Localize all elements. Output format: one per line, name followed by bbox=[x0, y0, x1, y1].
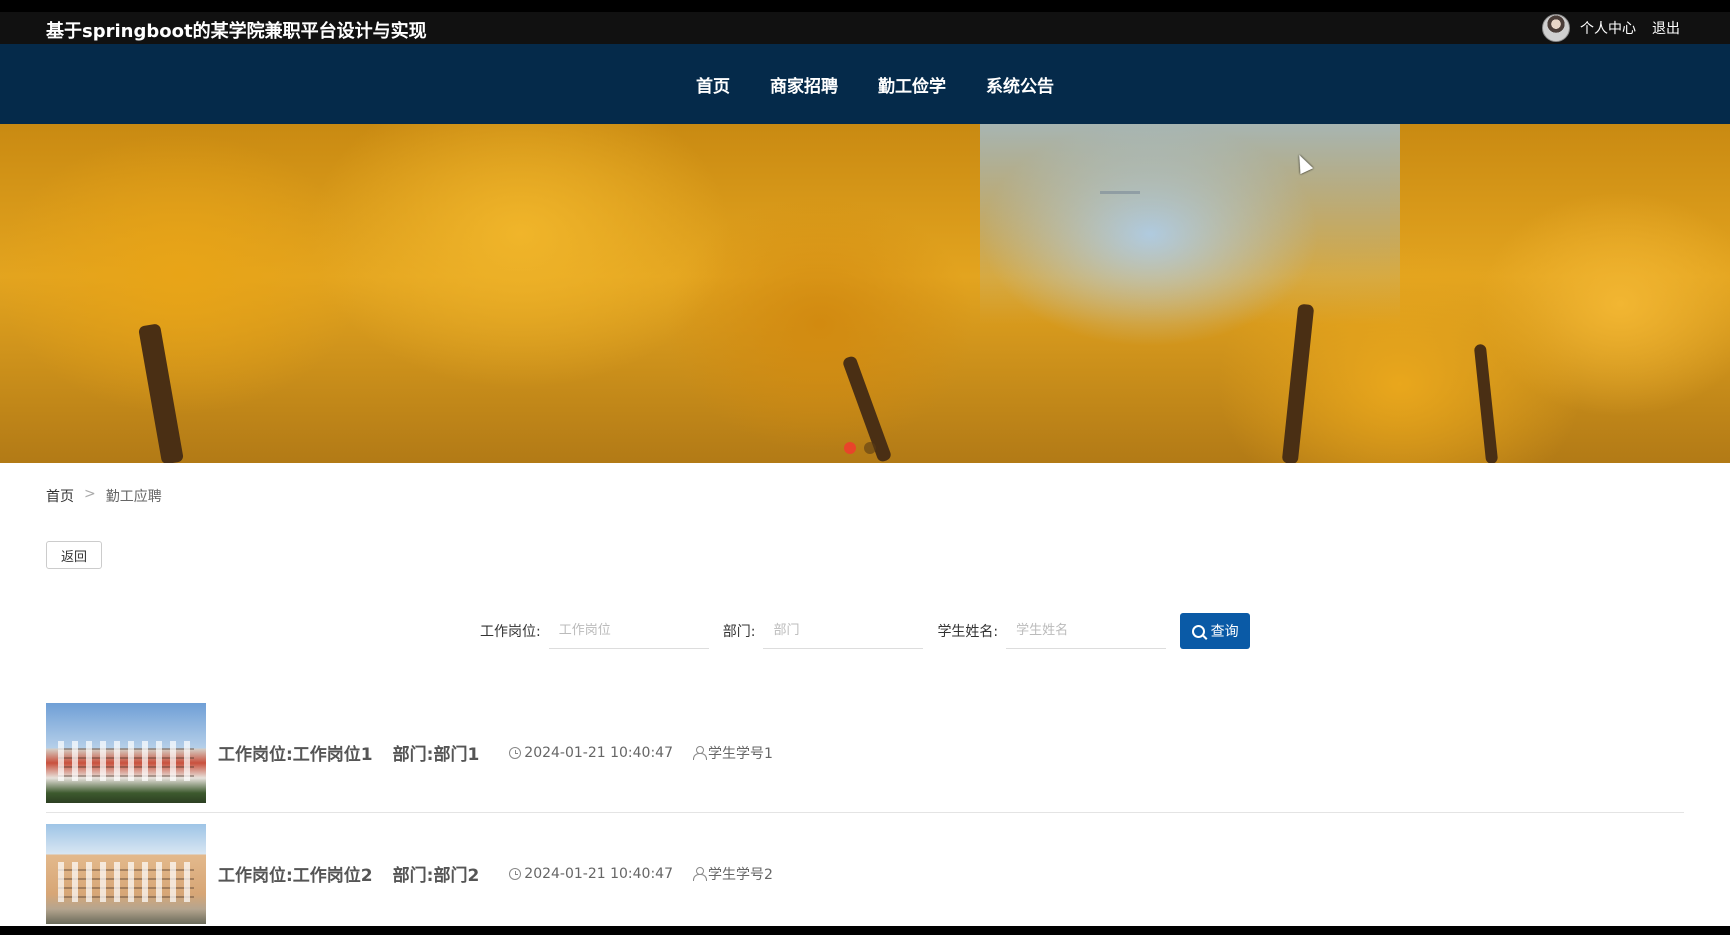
job-position-input[interactable] bbox=[548, 613, 709, 649]
carousel-indicators bbox=[844, 442, 876, 454]
page: 基于springboot的某学院兼职平台设计与实现 个人中心 退出 首页 商家招… bbox=[0, 12, 1730, 926]
job-datetime-text: 2024-01-21 10:40:47 bbox=[524, 865, 673, 882]
back-button[interactable]: 返回 bbox=[46, 541, 102, 569]
main-nav: 首页 商家招聘 勤工俭学 系统公告 bbox=[0, 44, 1730, 124]
student-name-label: 学生姓名: bbox=[937, 624, 999, 640]
job-title[interactable]: 工作岗位:工作岗位2 bbox=[218, 861, 373, 886]
banner-carousel[interactable] bbox=[0, 124, 1730, 463]
user-center-link[interactable]: 个人中心 bbox=[1580, 18, 1636, 38]
clock-icon bbox=[509, 867, 522, 880]
department-label: 部门: bbox=[722, 624, 756, 640]
job-department: 部门:部门2 bbox=[392, 866, 480, 886]
list-item[interactable]: 工作岗位:工作岗位2 部门:部门2 2024-01-21 10:40:47 学生… bbox=[46, 813, 1684, 926]
list-item[interactable]: 工作岗位:工作岗位1 部门:部门1 2024-01-21 10:40:47 学生… bbox=[46, 692, 1684, 813]
carousel-dot[interactable] bbox=[864, 442, 876, 454]
person-icon bbox=[692, 746, 707, 760]
clock-icon bbox=[509, 746, 522, 759]
job-student-text: 学生学号2 bbox=[707, 866, 773, 883]
breadcrumb-current: 勤工应聘 bbox=[105, 489, 162, 505]
job-student-text: 学生学号1 bbox=[707, 745, 773, 762]
job-title[interactable]: 工作岗位:工作岗位1 bbox=[218, 740, 373, 765]
department-input[interactable] bbox=[763, 613, 924, 649]
banner-tree-trunk bbox=[1473, 343, 1499, 463]
banner-tree-trunk bbox=[1281, 303, 1315, 463]
carousel-dot-active[interactable] bbox=[844, 442, 856, 454]
avatar[interactable] bbox=[1542, 14, 1570, 42]
query-button-label: 查询 bbox=[1210, 623, 1239, 639]
job-thumbnail[interactable] bbox=[46, 702, 206, 803]
nav-item-work-study[interactable]: 勤工俭学 bbox=[878, 72, 946, 97]
nav-item-merchant-recruit[interactable]: 商家招聘 bbox=[770, 72, 838, 97]
user-area: 个人中心 退出 bbox=[1542, 14, 1680, 42]
breadcrumb-home[interactable]: 首页 bbox=[46, 486, 74, 506]
banner-sky bbox=[980, 124, 1400, 324]
job-thumbnail[interactable] bbox=[46, 823, 206, 924]
job-datetime: 2024-01-21 10:40:47 bbox=[509, 866, 673, 882]
breadcrumb: 首页 > 勤工应聘 bbox=[46, 486, 162, 506]
job-datetime-text: 2024-01-21 10:40:47 bbox=[524, 744, 673, 761]
top-bar: 基于springboot的某学院兼职平台设计与实现 个人中心 退出 bbox=[0, 12, 1730, 44]
banner-tree-trunk bbox=[138, 323, 184, 463]
nav-item-announcements[interactable]: 系统公告 bbox=[986, 72, 1054, 97]
nav-item-home[interactable]: 首页 bbox=[696, 72, 730, 97]
job-datetime: 2024-01-21 10:40:47 bbox=[509, 745, 673, 761]
search-icon bbox=[1191, 624, 1205, 638]
logout-link[interactable]: 退出 bbox=[1652, 18, 1680, 38]
banner-pagoda bbox=[1100, 164, 1140, 194]
person-icon bbox=[692, 867, 707, 881]
query-button[interactable]: 查询 bbox=[1180, 613, 1251, 649]
job-student: 学生学号2 bbox=[692, 864, 773, 884]
site-title: 基于springboot的某学院兼职平台设计与实现 bbox=[46, 21, 427, 42]
job-list: 工作岗位:工作岗位1 部门:部门1 2024-01-21 10:40:47 学生… bbox=[46, 692, 1684, 926]
job-student: 学生学号1 bbox=[692, 743, 773, 763]
student-name-input[interactable] bbox=[1006, 613, 1167, 649]
search-form: 工作岗位: 部门: 学生姓名: 查询 bbox=[480, 612, 1251, 650]
job-department: 部门:部门1 bbox=[392, 745, 480, 765]
breadcrumb-separator: > bbox=[84, 486, 96, 502]
job-position-label: 工作岗位: bbox=[480, 624, 541, 640]
